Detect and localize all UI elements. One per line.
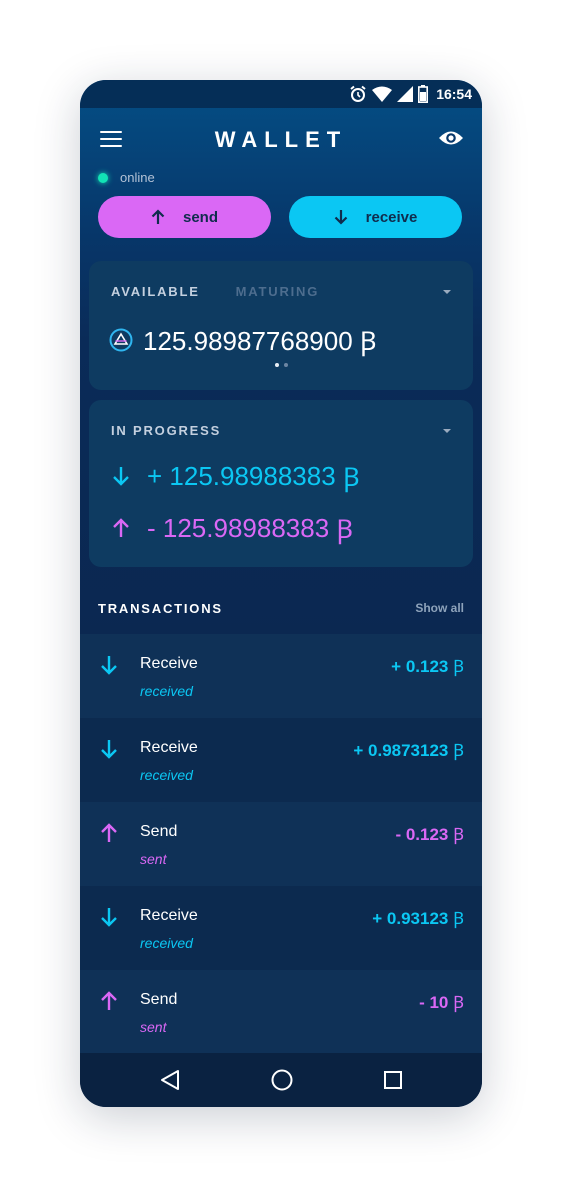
receive-button[interactable]: receive	[289, 196, 462, 238]
back-icon[interactable]	[159, 1068, 181, 1092]
arrow-up-icon	[101, 991, 117, 1010]
arrow-down-icon	[101, 908, 117, 927]
transaction-type: Send	[140, 823, 178, 840]
recents-icon[interactable]	[382, 1068, 404, 1092]
transaction-row[interactable]: Receive received + 0.123 Ꞵ	[80, 634, 482, 718]
status-bar: 16:54	[80, 80, 482, 108]
transaction-type: Receive	[140, 739, 198, 756]
balance-expand-caret[interactable]	[443, 290, 451, 294]
arrow-down-icon	[334, 210, 347, 225]
battery-icon	[418, 85, 429, 103]
transaction-amount: + 0.93123 Ꞵ	[372, 909, 464, 929]
send-button[interactable]: send	[98, 196, 271, 238]
in-progress-card: IN PROGRESS + 125.98988383 Ꞵ - 125.98988…	[89, 400, 473, 567]
in-progress-title: IN PROGRESS	[111, 423, 222, 438]
transaction-status: received	[140, 683, 193, 699]
transaction-status: received	[140, 935, 193, 951]
tab-available[interactable]: AVAILABLE	[111, 284, 200, 299]
transaction-amount: - 10 Ꞵ	[419, 993, 464, 1013]
transaction-type: Receive	[140, 907, 198, 924]
transaction-status: sent	[140, 851, 167, 867]
send-label: send	[182, 208, 218, 226]
beam-logo-icon	[109, 328, 133, 352]
arrow-up-icon	[113, 518, 129, 537]
status-time: 16:54	[436, 86, 472, 102]
alarm-icon	[350, 85, 366, 102]
transaction-amount: + 0.9873123 Ꞵ	[353, 741, 464, 761]
balance-card: AVAILABLE MATURING 125.98987768900 Ꞵ	[89, 261, 473, 390]
transaction-amount: + 0.123 Ꞵ	[391, 657, 464, 677]
transaction-row[interactable]: Send sent - 10 Ꞵ	[80, 970, 482, 1054]
transaction-type: Send	[140, 991, 178, 1008]
phone-screen: 16:54 WALLET online send receive AVAILAB…	[80, 80, 482, 1107]
arrow-down-icon	[101, 656, 117, 675]
balance-currency: Ꞵ	[359, 327, 377, 357]
online-indicator	[98, 172, 108, 183]
tab-maturing[interactable]: MATURING	[236, 284, 319, 299]
transaction-row[interactable]: Receive received + 0.9873123 Ꞵ	[80, 718, 482, 802]
balance-amount: 125.98987768900 Ꞵ	[143, 326, 377, 357]
arrow-up-icon	[151, 209, 165, 224]
transaction-row[interactable]: Send sent - 0.123 Ꞵ	[80, 802, 482, 886]
home-icon[interactable]	[270, 1068, 294, 1092]
in-progress-incoming: + 125.98988383 Ꞵ	[111, 458, 360, 494]
page-title: WALLET	[214, 127, 348, 152]
connection-status: online	[98, 170, 155, 185]
transactions-title: TRANSACTIONS	[98, 601, 223, 616]
connection-label: online	[120, 170, 155, 185]
transaction-status: sent	[140, 1019, 167, 1035]
signal-icon	[397, 86, 414, 102]
transaction-status: received	[140, 767, 193, 783]
balance-pager	[89, 363, 473, 367]
android-nav-bar	[80, 1053, 482, 1107]
wifi-icon	[372, 86, 393, 102]
arrow-up-icon	[101, 823, 117, 842]
transaction-amount: - 0.123 Ꞵ	[395, 825, 464, 845]
receive-label: receive	[365, 208, 418, 226]
arrow-down-icon	[101, 740, 117, 759]
arrow-down-icon	[113, 467, 129, 486]
transaction-row[interactable]: Receive received + 0.93123 Ꞵ	[80, 886, 482, 970]
show-all-link[interactable]: Show all	[415, 601, 464, 615]
transaction-type: Receive	[140, 655, 198, 672]
eye-icon[interactable]	[438, 128, 464, 148]
in-progress-outgoing: - 125.98988383 Ꞵ	[111, 510, 353, 546]
in-progress-expand-caret[interactable]	[443, 429, 451, 433]
